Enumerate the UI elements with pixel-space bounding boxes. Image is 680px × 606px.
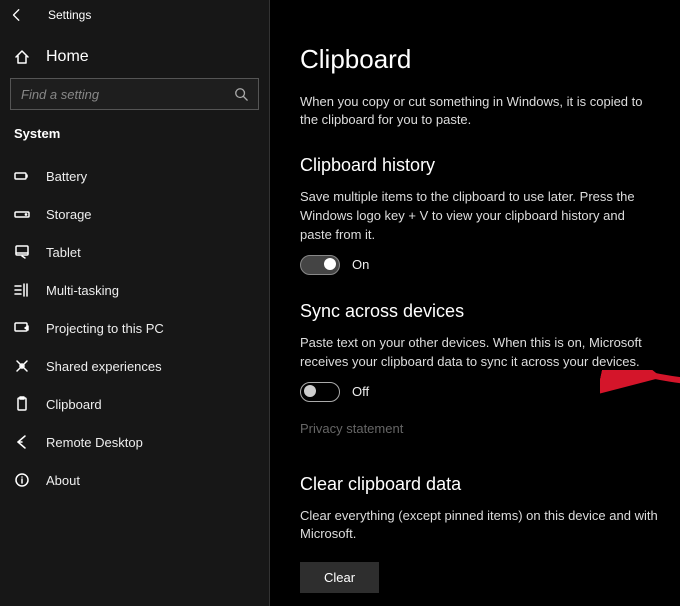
multitasking-icon [14,282,30,298]
nav-label: About [46,473,80,488]
about-icon [14,472,30,488]
storage-icon [14,206,30,222]
nav-label: Shared experiences [46,359,162,374]
sidebar-category: System [0,124,269,157]
sync-heading: Sync across devices [300,301,660,322]
shared-icon [14,358,30,374]
search-icon [234,87,248,101]
projecting-icon [14,320,30,336]
sync-desc: Paste text on your other devices. When t… [300,334,660,372]
nav-label: Tablet [46,245,81,260]
nav-item-shared[interactable]: Shared experiences [0,347,269,385]
home-icon [14,49,30,65]
nav-list: Battery Storage Tablet Multi-tasking Pro… [0,157,269,598]
nav-label: Remote Desktop [46,435,143,450]
nav-item-projecting[interactable]: Projecting to this PC [0,309,269,347]
sync-toggle-label: Off [352,384,369,399]
settings-window: Settings Home System Battery Storage [0,0,680,606]
nav-label: Clipboard [46,397,102,412]
titlebar: Settings [0,0,269,40]
page-title: Clipboard [300,44,660,75]
sync-toggle[interactable] [300,382,340,402]
privacy-link[interactable]: Privacy statement [300,421,403,436]
search-input[interactable] [21,87,201,102]
clear-heading: Clear clipboard data [300,474,660,495]
tablet-icon [14,244,30,260]
nav-item-about[interactable]: About [0,461,269,499]
sidebar-home-label: Home [46,48,89,66]
nav-item-multitasking[interactable]: Multi-tasking [0,271,269,309]
nav-label: Battery [46,169,87,184]
history-toggle[interactable] [300,255,340,275]
page-intro: When you copy or cut something in Window… [300,93,660,129]
nav-label: Projecting to this PC [46,321,164,336]
nav-item-tablet[interactable]: Tablet [0,233,269,271]
nav-item-battery[interactable]: Battery [0,157,269,195]
search-box[interactable] [10,78,259,110]
battery-icon [14,168,30,184]
sidebar-home[interactable]: Home [0,40,269,78]
history-heading: Clipboard history [300,155,660,176]
clear-desc: Clear everything (except pinned items) o… [300,507,660,545]
sync-toggle-row: Off [300,382,660,402]
history-toggle-label: On [352,257,369,272]
history-toggle-row: On [300,255,660,275]
sidebar: Settings Home System Battery Storage [0,0,270,606]
content-pane: Clipboard When you copy or cut something… [270,0,680,606]
history-desc: Save multiple items to the clipboard to … [300,188,660,245]
clear-button[interactable]: Clear [300,562,379,593]
nav-item-storage[interactable]: Storage [0,195,269,233]
nav-label: Multi-tasking [46,283,119,298]
nav-item-remote[interactable]: Remote Desktop [0,423,269,461]
remote-icon [14,434,30,450]
back-icon[interactable] [10,8,24,22]
nav-item-clipboard[interactable]: Clipboard [0,385,269,423]
clipboard-icon [14,396,30,412]
window-title: Settings [48,8,91,22]
nav-label: Storage [46,207,92,222]
